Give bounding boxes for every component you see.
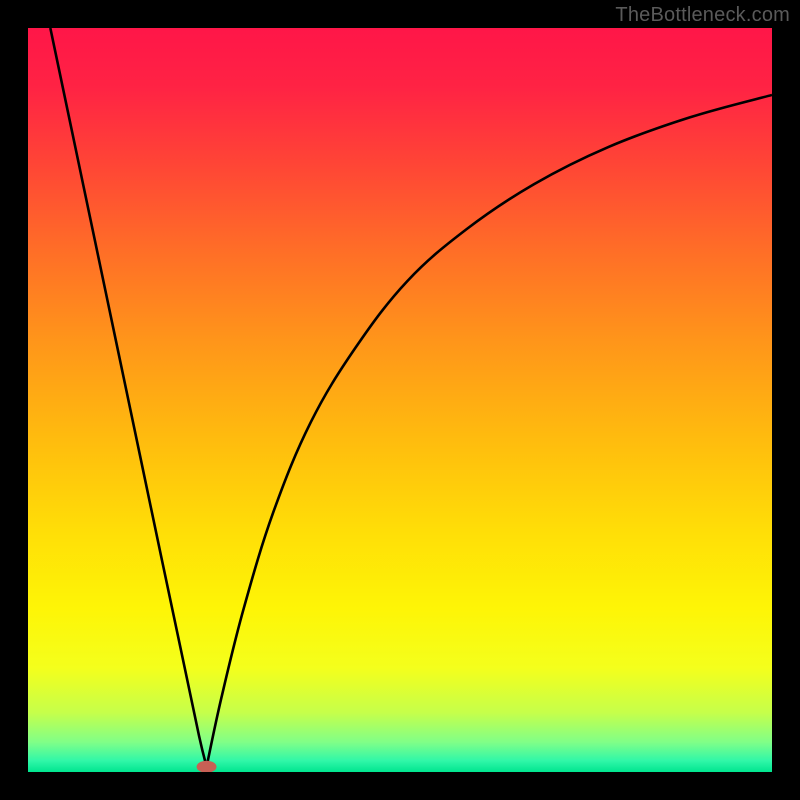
watermark-text: TheBottleneck.com [615, 4, 790, 27]
plot-area [28, 28, 772, 772]
curve-left-branch [50, 28, 206, 767]
minimum-marker [197, 761, 217, 772]
chart-frame: TheBottleneck.com [0, 0, 800, 800]
bottleneck-curve [28, 28, 772, 772]
curve-right-branch [207, 95, 772, 767]
